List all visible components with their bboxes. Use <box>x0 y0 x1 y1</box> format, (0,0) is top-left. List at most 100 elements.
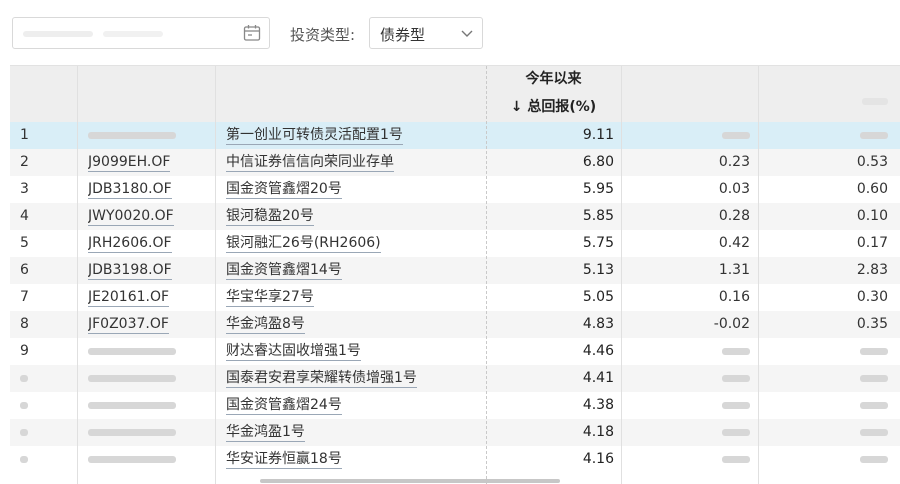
fund-code[interactable]: JRH2606.OF <box>88 230 210 257</box>
date-range-input[interactable] <box>12 17 270 49</box>
ytd-total-return: 9.11 <box>486 122 614 149</box>
fund-name-text[interactable]: 银河融汇26号(RH2606) <box>226 235 381 253</box>
fund-code[interactable] <box>88 122 210 149</box>
fund-name-text[interactable]: 华宝华享27号 <box>226 289 314 307</box>
ytd-total-return: 5.05 <box>486 284 614 311</box>
redacted-value <box>88 428 176 436</box>
fund-code[interactable] <box>88 419 210 446</box>
fund-code-text[interactable]: JE20161.OF <box>88 289 170 307</box>
table-row[interactable]: 国金资管鑫熠24号 4.38 <box>10 392 900 419</box>
fund-name[interactable]: 华金鸿盈8号 <box>226 311 488 338</box>
metric-col-2 <box>758 365 888 392</box>
fund-code[interactable] <box>88 392 210 419</box>
row-index-text: 9 <box>20 343 29 359</box>
ytd-total-return: 5.85 <box>486 203 614 230</box>
ytd-total-return-text: 5.13 <box>582 262 614 278</box>
redacted-value <box>88 401 176 409</box>
redacted-date-start <box>23 31 93 37</box>
ytd-total-return-text: 4.46 <box>582 343 614 359</box>
fund-name-text[interactable]: 华金鸿盈1号 <box>226 424 305 442</box>
table-row[interactable]: 8 JF0Z037.OF 华金鸿盈8号 4.83 -0.02 0.35 <box>10 311 900 338</box>
fund-code[interactable]: JWY0020.OF <box>88 203 210 230</box>
table-row[interactable]: 6 JDB3198.OF 国金资管鑫熠14号 5.13 1.31 2.83 <box>10 257 900 284</box>
fund-code[interactable]: JF0Z037.OF <box>88 311 210 338</box>
row-index-text: 4 <box>20 208 29 224</box>
metric-col-2-text: 0.10 <box>856 208 888 224</box>
metric-col-1: 0.16 <box>621 284 750 311</box>
fund-name-text[interactable]: 国泰君安君享荣耀转债增强1号 <box>226 370 417 388</box>
fund-name[interactable]: 财达睿达固收增强1号 <box>226 338 488 365</box>
ytd-total-return: 4.38 <box>486 392 614 419</box>
fund-name-text[interactable]: 第一创业可转债灵活配置1号 <box>226 127 403 145</box>
fund-code[interactable] <box>88 365 210 392</box>
fund-name-text[interactable]: 银河稳盈20号 <box>226 208 314 226</box>
metric-col-2 <box>758 338 888 365</box>
table-row[interactable]: 9 财达睿达固收增强1号 4.46 <box>10 338 900 365</box>
redacted-value <box>722 347 750 355</box>
fund-name[interactable]: 华宝华享27号 <box>226 284 488 311</box>
header-total-return-sort[interactable]: ↓ 总回报(%) <box>486 94 621 122</box>
fund-name-text[interactable]: 国金资管鑫熠20号 <box>226 181 342 199</box>
metric-col-2 <box>758 392 888 419</box>
fund-name-text[interactable]: 华金鸿盈8号 <box>226 316 305 334</box>
fund-code[interactable] <box>88 338 210 365</box>
ytd-total-return-text: 5.85 <box>582 208 614 224</box>
fund-code-text[interactable]: J9099EH.OF <box>88 154 171 172</box>
fund-code[interactable]: JDB3198.OF <box>88 257 210 284</box>
fund-code-text[interactable]: JF0Z037.OF <box>88 316 169 334</box>
header-ytd-group: 今年以来 <box>525 71 582 87</box>
metric-col-2: 0.60 <box>758 176 888 203</box>
redacted-value <box>722 401 750 409</box>
table-row[interactable]: 华金鸿盈1号 4.18 <box>10 419 900 446</box>
chevron-down-icon <box>461 30 473 37</box>
fund-name[interactable]: 华金鸿盈1号 <box>226 419 488 446</box>
redacted-value <box>88 455 176 463</box>
table-row[interactable]: 4 JWY0020.OF 银河稳盈20号 5.85 0.28 0.10 <box>10 203 900 230</box>
metric-col-1 <box>621 122 750 149</box>
fund-code-text[interactable]: JDB3198.OF <box>88 262 172 280</box>
metric-col-1 <box>621 392 750 419</box>
ytd-total-return-text: 4.41 <box>582 370 614 386</box>
table-row[interactable]: 2 J9099EH.OF 中信证券信信向荣同业存单 6.80 0.23 0.53 <box>10 149 900 176</box>
table-row[interactable]: 7 JE20161.OF 华宝华享27号 5.05 0.16 0.30 <box>10 284 900 311</box>
redacted-value <box>88 374 176 382</box>
table-row[interactable]: 1 第一创业可转债灵活配置1号 9.11 <box>10 122 900 149</box>
fund-code-text[interactable]: JWY0020.OF <box>88 208 174 226</box>
fund-name[interactable]: 国金资管鑫熠14号 <box>226 257 488 284</box>
fund-name-text[interactable]: 国金资管鑫熠24号 <box>226 397 342 415</box>
fund-code[interactable] <box>88 446 210 473</box>
redacted-value <box>722 374 750 382</box>
investment-type-select[interactable]: 债券型 <box>369 17 483 49</box>
metric-col-1: 0.23 <box>621 149 750 176</box>
fund-code[interactable]: J9099EH.OF <box>88 149 210 176</box>
fund-name[interactable]: 第一创业可转债灵活配置1号 <box>226 122 488 149</box>
table-row[interactable]: 3 JDB3180.OF 国金资管鑫熠20号 5.95 0.03 0.60 <box>10 176 900 203</box>
fund-name[interactable]: 银河稳盈20号 <box>226 203 488 230</box>
fund-name[interactable]: 国泰君安君享荣耀转债增强1号 <box>226 365 488 392</box>
fund-name[interactable]: 国金资管鑫熠24号 <box>226 392 488 419</box>
fund-code[interactable]: JDB3180.OF <box>88 176 210 203</box>
fund-name[interactable]: 中信证券信信向荣同业存单 <box>226 149 488 176</box>
fund-name-text[interactable]: 国金资管鑫熠14号 <box>226 262 342 280</box>
ytd-total-return: 5.95 <box>486 176 614 203</box>
fund-code-text[interactable]: JRH2606.OF <box>88 235 172 253</box>
fund-name-text[interactable]: 财达睿达固收增强1号 <box>226 343 361 361</box>
metric-col-2: 0.35 <box>758 311 888 338</box>
fund-name-text[interactable]: 中信证券信信向荣同业存单 <box>226 154 394 172</box>
fund-name[interactable]: 国金资管鑫熠20号 <box>226 176 488 203</box>
fund-code[interactable]: JE20161.OF <box>88 284 210 311</box>
redacted-value <box>722 428 750 436</box>
fund-name-text[interactable]: 华安证券恒赢18号 <box>226 451 342 469</box>
ytd-total-return: 5.13 <box>486 257 614 284</box>
redacted-value <box>860 428 888 436</box>
calendar-icon[interactable] <box>243 24 261 42</box>
fund-name[interactable]: 银河融汇26号(RH2606) <box>226 230 488 257</box>
fund-code-text[interactable]: JDB3180.OF <box>88 181 172 199</box>
horizontal-scrollbar[interactable] <box>260 479 560 483</box>
row-index: 3 <box>20 176 80 203</box>
table-row[interactable]: 国泰君安君享荣耀转债增强1号 4.41 <box>10 365 900 392</box>
table-row[interactable]: 5 JRH2606.OF 银河融汇26号(RH2606) 5.75 0.42 0.17 <box>10 230 900 257</box>
table-row[interactable]: 华安证券恒赢18号 4.16 <box>10 446 900 473</box>
fund-name[interactable]: 华安证券恒赢18号 <box>226 446 488 473</box>
metric-col-1 <box>621 338 750 365</box>
